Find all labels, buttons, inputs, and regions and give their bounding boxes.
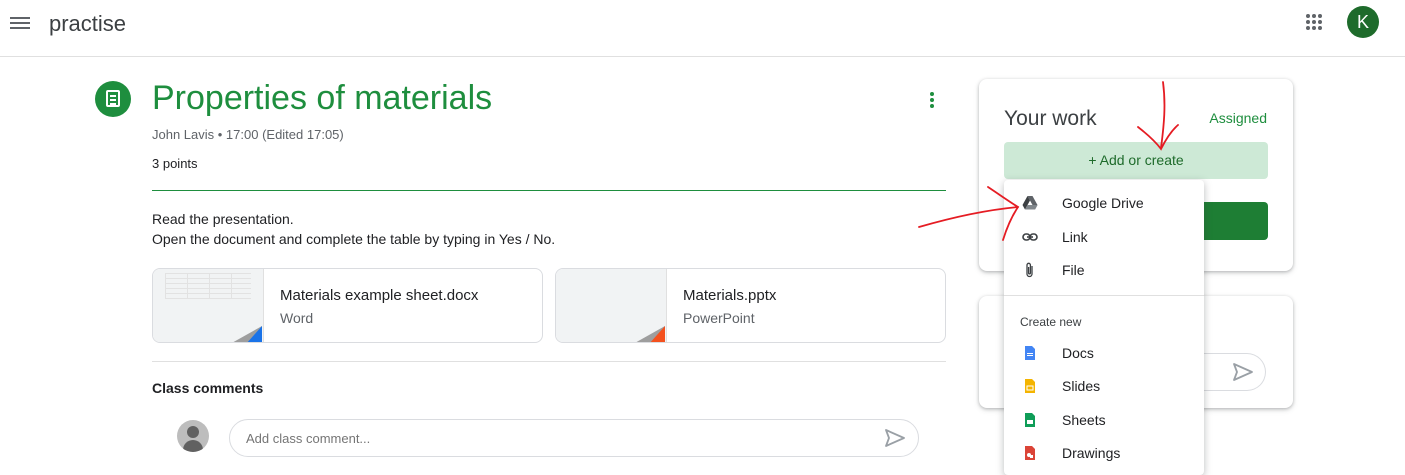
create-new-heading: Create new (1020, 315, 1082, 329)
link-icon (1022, 233, 1038, 241)
menu-item-label: Google Drive (1062, 195, 1144, 211)
menu-item-slides[interactable]: Slides (1004, 371, 1204, 401)
slides-icon (1025, 379, 1035, 393)
status-badge: Assigned (1209, 110, 1267, 126)
points-value: 3 points (152, 156, 198, 171)
top-bar: practise K (0, 0, 1405, 57)
menu-item-docs[interactable]: Docs (1004, 338, 1204, 368)
send-icon[interactable] (884, 428, 906, 448)
apps-grid-icon[interactable] (1305, 13, 1323, 31)
menu-item-label: File (1062, 262, 1085, 278)
user-avatar-icon (177, 420, 209, 452)
menu-item-drawings[interactable]: Drawings (1004, 438, 1204, 468)
attachment-type: Word (280, 310, 314, 326)
menu-item-google-drive[interactable]: Google Drive (1004, 188, 1204, 218)
menu-item-label: Link (1062, 229, 1088, 245)
menu-item-link[interactable]: Link (1004, 222, 1204, 252)
account-avatar[interactable]: K (1347, 6, 1379, 38)
attachment-type: PowerPoint (683, 310, 755, 326)
assignment-title: Properties of materials (152, 79, 493, 117)
menu-item-label: Slides (1062, 378, 1101, 394)
instructions: Read the presentation. Open the document… (152, 209, 555, 249)
class-title[interactable]: practise (49, 11, 126, 37)
sheets-icon (1025, 413, 1035, 427)
class-comment-input[interactable] (229, 419, 919, 457)
your-work-title: Your work (1004, 107, 1097, 130)
instruction-line: Open the document and complete the table… (152, 231, 556, 247)
send-icon[interactable] (1232, 362, 1254, 382)
header-divider (152, 190, 946, 191)
google-drive-icon (1022, 196, 1038, 210)
attachment-name: Materials example sheet.docx (280, 287, 479, 304)
assignment-icon (95, 81, 131, 117)
menu-item-sheets[interactable]: Sheets (1004, 405, 1204, 435)
menu-item-label: Drawings (1062, 445, 1121, 461)
attachment-powerpoint[interactable]: Materials.pptx PowerPoint (555, 268, 946, 343)
more-options-icon[interactable] (927, 92, 937, 112)
paperclip-icon (1026, 262, 1033, 278)
attachment-name: Materials.pptx (683, 287, 777, 304)
class-comments-label: Class comments (152, 380, 264, 396)
add-or-create-button[interactable]: + Add or create (1004, 142, 1268, 179)
attachment-word[interactable]: Materials example sheet.docx Word (152, 268, 543, 343)
menu-divider (1004, 295, 1204, 296)
add-or-create-menu: Google Drive Link File Create new Docs S… (1004, 180, 1204, 475)
assignment-meta: John Lavis • 17:00 (Edited 17:05) (152, 127, 344, 142)
word-badge-icon (246, 326, 262, 342)
menu-item-file[interactable]: File (1004, 255, 1204, 285)
section-divider (152, 361, 946, 362)
hamburger-menu-icon[interactable] (10, 14, 30, 34)
instruction-line: Read the presentation. (152, 211, 294, 227)
docs-icon (1025, 346, 1035, 360)
drawings-icon (1025, 446, 1035, 460)
powerpoint-badge-icon (649, 326, 665, 342)
menu-item-label: Sheets (1062, 412, 1106, 428)
menu-item-label: Docs (1062, 345, 1094, 361)
